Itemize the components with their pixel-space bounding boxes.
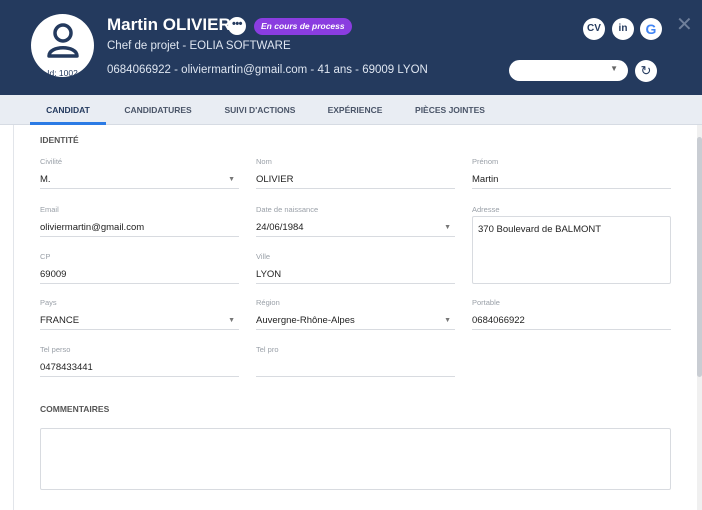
more-icon[interactable]: ••• <box>228 17 246 35</box>
tab-suivi-actions[interactable]: SUIVI D'ACTIONS <box>212 95 308 125</box>
address-value: 370 Boulevard de BALMONT <box>478 224 602 235</box>
candidate-contact: 0684066922 - oliviermartin@gmail.com - 4… <box>107 64 428 76</box>
ville-value: LYON <box>256 269 282 280</box>
nom-value: OLIVIER <box>256 174 294 185</box>
close-icon[interactable]: ✕ <box>676 15 693 35</box>
candidate-subtitle: Chef de projet - EOLIA SOFTWARE <box>107 40 291 52</box>
identity-title: IDENTITÉ <box>40 135 79 145</box>
nom-label: Nom <box>256 157 272 166</box>
tab-candidat[interactable]: CANDIDAT <box>30 95 106 125</box>
candidate-header: Id: 1002 Martin OLIVIER ••• En cours de … <box>0 0 702 95</box>
portable-value: 0684066922 <box>472 315 525 326</box>
tel-perso-field[interactable]: Tel perso 0478433441 <box>40 345 239 377</box>
email-field[interactable]: Email oliviermartin@gmail.com <box>40 205 239 237</box>
header-select[interactable]: ▼ <box>509 60 628 81</box>
tel-pro-label: Tel pro <box>256 345 279 354</box>
chevron-down-icon: ▼ <box>444 317 451 324</box>
email-label: Email <box>40 205 59 214</box>
ville-label: Ville <box>256 252 271 261</box>
prenom-value: Martin <box>472 174 499 185</box>
birthdate-field[interactable]: Date de naissance 24/06/1984 ▼ <box>256 205 455 237</box>
tel-perso-label: Tel perso <box>40 345 71 354</box>
pays-select[interactable]: Pays FRANCE ▼ <box>40 298 239 330</box>
civilite-value: M. <box>40 174 51 185</box>
tab-pieces-jointes[interactable]: PIÈCES JOINTES <box>402 95 498 125</box>
candidate-id: Id: 1002 <box>47 68 78 78</box>
cv-icon[interactable]: CV <box>583 18 605 40</box>
tab-bar: CANDIDAT CANDIDATURES SUIVI D'ACTIONS EX… <box>0 95 702 125</box>
tab-experience[interactable]: EXPÉRIENCE <box>316 95 394 125</box>
tel-perso-value: 0478433441 <box>40 362 93 373</box>
prenom-label: Prénom <box>472 157 499 166</box>
ville-field[interactable]: Ville LYON <box>256 252 455 284</box>
status-badge: En cours de process <box>254 18 352 35</box>
scrollbar-thumb[interactable] <box>697 137 702 377</box>
pays-value: FRANCE <box>40 315 80 326</box>
region-select[interactable]: Région Auvergne-Rhône-Alpes ▼ <box>256 298 455 330</box>
civilite-label: Civilité <box>40 157 63 166</box>
scrollbar[interactable] <box>697 125 702 510</box>
region-value: Auvergne-Rhône-Alpes <box>256 315 355 326</box>
chevron-down-icon: ▼ <box>228 176 235 183</box>
chevron-down-icon: ▼ <box>444 224 451 231</box>
birthdate-label: Date de naissance <box>256 205 319 214</box>
chevron-down-icon: ▼ <box>228 317 235 324</box>
cp-field[interactable]: CP 69009 <box>40 252 239 284</box>
civilite-select[interactable]: Civilité M. ▼ <box>40 157 239 189</box>
linkedin-icon[interactable]: in <box>612 18 634 40</box>
google-icon[interactable]: G <box>640 18 662 40</box>
portable-field[interactable]: Portable 0684066922 <box>472 298 671 330</box>
comments-title: COMMENTAIRES <box>40 404 110 414</box>
pays-label: Pays <box>40 298 57 307</box>
avatar-icon <box>47 23 79 58</box>
cp-label: CP <box>40 252 51 261</box>
tab-candidatures[interactable]: CANDIDATURES <box>112 95 204 125</box>
comments-textarea[interactable] <box>40 428 671 490</box>
candidate-name: Martin OLIVIER <box>107 15 231 34</box>
address-label: Adresse <box>472 205 500 214</box>
address-field[interactable]: 370 Boulevard de BALMONT <box>472 216 671 284</box>
region-label: Région <box>256 298 280 307</box>
tel-pro-field[interactable]: Tel pro <box>256 345 455 377</box>
nom-field[interactable]: Nom OLIVIER <box>256 157 455 189</box>
avatar: Id: 1002 <box>31 14 94 78</box>
chevron-down-icon: ▼ <box>610 64 618 73</box>
birthdate-value: 24/06/1984 <box>256 222 304 233</box>
cp-value: 69009 <box>40 269 67 280</box>
portable-label: Portable <box>472 298 500 307</box>
email-value: oliviermartin@gmail.com <box>40 222 145 233</box>
candidate-form: IDENTITÉ Civilité M. ▼ Nom OLIVIER Préno… <box>13 125 696 510</box>
prenom-field[interactable]: Prénom Martin <box>472 157 671 189</box>
refresh-icon[interactable]: ↻ <box>635 60 657 82</box>
